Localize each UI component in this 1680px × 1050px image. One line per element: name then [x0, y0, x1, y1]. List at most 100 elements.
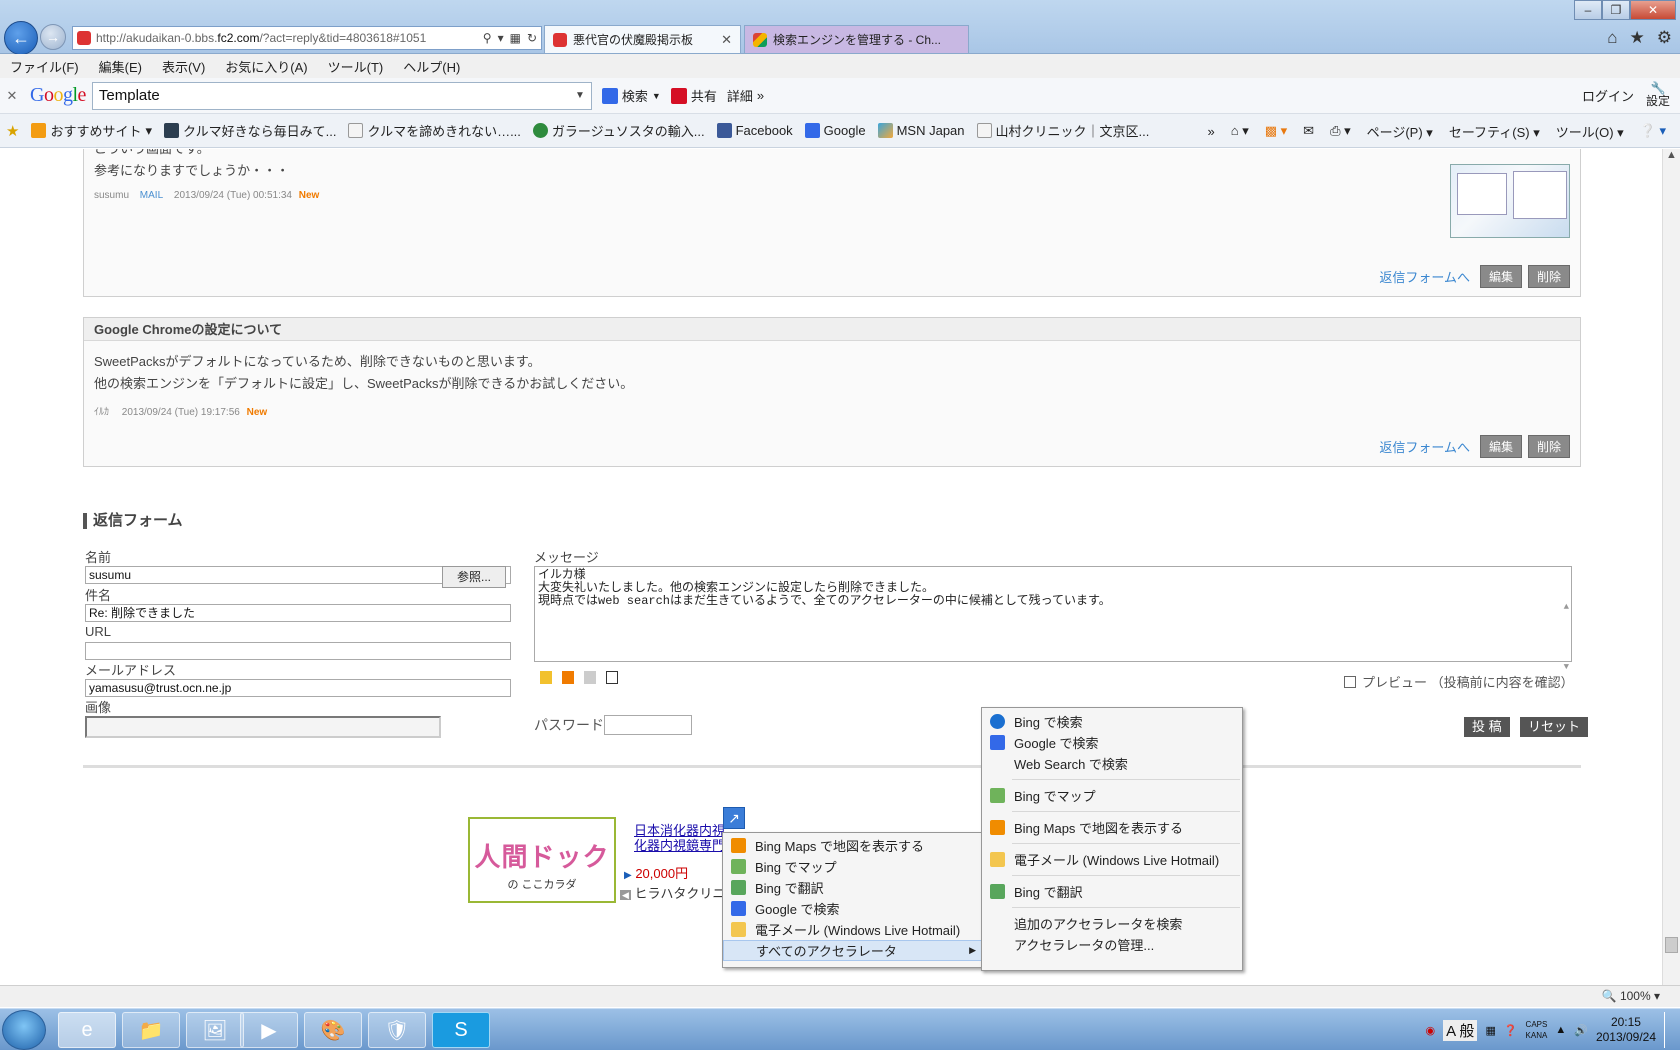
menu-help[interactable]: ヘルプ(H) — [403, 57, 460, 76]
preview-checkbox[interactable] — [1344, 675, 1356, 688]
ie-taskbar-icon[interactable]: e — [58, 1012, 116, 1048]
refresh-icon[interactable]: ↻ — [527, 31, 537, 45]
submenu-item-bing-maps[interactable]: Bing Maps で地図を表示する — [982, 817, 1242, 838]
forward-button[interactable]: → — [40, 24, 66, 50]
pen-icon[interactable] — [540, 671, 552, 684]
chevron-more-icon[interactable]: » — [1208, 124, 1215, 139]
show-desktop-button[interactable] — [1664, 1012, 1674, 1048]
antivirus-tray-icon[interactable]: ◉ — [1425, 1024, 1435, 1037]
show-hidden-icons[interactable]: ▲ — [1555, 1024, 1566, 1036]
email-input[interactable]: yamasusu@trust.ocn.ne.jp — [85, 679, 511, 697]
skype-taskbar-icon[interactable]: S — [432, 1012, 490, 1048]
tab-bbs[interactable]: 悪代官の伏魔殿掲示板 ✕ — [544, 25, 741, 53]
menu-item-hotmail[interactable]: 電子メール (Windows Live Hotmail) — [723, 919, 983, 940]
fav-item[interactable]: クルマ好きなら毎日みて... — [164, 121, 336, 140]
menu-file[interactable]: ファイル(F) — [10, 57, 79, 76]
ad-link[interactable]: 日本消化器内視 化器内視鏡専門 — [634, 823, 725, 853]
clock[interactable]: 20:15 2013/09/24 — [1596, 1015, 1656, 1045]
photos-taskbar-icon[interactable]: 🖼 — [186, 1012, 244, 1048]
delete-button[interactable]: 削除 — [1527, 265, 1570, 288]
menu-tools[interactable]: ツール(T) — [328, 57, 384, 76]
settings-button[interactable]: 🔧 設定 — [1646, 82, 1670, 108]
google-search-input[interactable]: Template ▼ — [91, 81, 592, 110]
address-url[interactable]: http://akudaikan-0.bbs.fc2.com/?act=repl… — [96, 31, 479, 45]
minimize-icon[interactable]: – — [1574, 0, 1602, 20]
submenu-item-bing-search[interactable]: Bing で検索 — [982, 711, 1242, 732]
fav-item[interactable]: 山村クリニック｜文京区... — [976, 121, 1149, 140]
more-button[interactable]: 詳細 » — [727, 86, 764, 105]
scroll-thumb[interactable] — [1665, 937, 1678, 953]
edit-button[interactable]: 編集 — [1479, 265, 1522, 288]
submenu-item-google-search[interactable]: Google で検索 — [982, 732, 1242, 753]
submenu-item-find-more[interactable]: 追加のアクセラレータを検索 — [982, 913, 1242, 934]
fav-item[interactable]: おすすめサイト ▾ — [31, 121, 152, 140]
page-menu[interactable]: ページ(P) ▾ — [1367, 122, 1433, 141]
gear-icon[interactable]: ⚙ — [1657, 28, 1672, 48]
share-button[interactable]: 共有 — [670, 86, 717, 105]
help-icon[interactable]: ❔ ▾ — [1640, 123, 1666, 139]
edit-button[interactable]: 編集 — [1479, 435, 1522, 458]
attached-screenshot-image[interactable] — [1450, 164, 1570, 238]
address-bar[interactable]: http://akudaikan-0.bbs.fc2.com/?act=repl… — [72, 26, 542, 50]
accelerator-icon[interactable]: ↗ — [723, 807, 745, 829]
google-search-button[interactable]: 検索 ▼ — [601, 86, 661, 105]
start-button[interactable] — [2, 1010, 46, 1050]
image-file-input[interactable] — [85, 716, 441, 738]
search-icon[interactable]: ⚲ — [483, 31, 492, 45]
home-icon[interactable]: ⌂ ▾ — [1231, 123, 1249, 139]
menu-item-google-search[interactable]: Google で検索 — [723, 898, 983, 919]
back-button[interactable]: ← — [4, 21, 38, 55]
fav-item[interactable]: Google — [804, 123, 866, 138]
reset-button[interactable]: リセット — [1520, 717, 1589, 737]
reply-form-link[interactable]: 返信フォームへ — [1379, 437, 1470, 456]
explorer-taskbar-icon[interactable]: 📁 — [122, 1012, 180, 1048]
password-input[interactable] — [604, 715, 692, 735]
preview-option[interactable]: プレビュー （投稿前に内容を確認） — [1344, 672, 1574, 691]
tools-menu[interactable]: ツール(O) ▾ — [1556, 122, 1624, 141]
rss-icon[interactable]: ▩ ▾ — [1265, 123, 1287, 139]
favorites-star-icon[interactable]: ★ — [1630, 28, 1645, 48]
reply-form-link[interactable]: 返信フォームへ — [1379, 267, 1470, 286]
chevron-down-icon[interactable]: ▼ — [575, 90, 585, 101]
compat-view-icon[interactable]: ▦ — [510, 31, 521, 45]
subject-input[interactable]: Re: 削除できました — [85, 604, 511, 622]
submenu-item-bing-map[interactable]: Bing でマップ — [982, 785, 1242, 806]
delete-button[interactable]: 削除 — [1527, 435, 1570, 458]
menu-favorites[interactable]: お気に入り(A) — [225, 57, 307, 76]
maximize-icon[interactable]: ❐ — [1602, 0, 1630, 20]
menu-edit[interactable]: 編集(E) — [99, 57, 142, 76]
ime-indicator[interactable]: A 般 — [1443, 1019, 1478, 1041]
fav-item[interactable]: MSN Japan — [877, 123, 965, 138]
security-taskbar-icon[interactable]: 🛡 — [368, 1012, 426, 1048]
menu-item-bing-maps[interactable]: Bing Maps で地図を表示する — [723, 835, 983, 856]
menu-item-bing-map[interactable]: Bing でマップ — [723, 856, 983, 877]
close-toolbar-icon[interactable]: ✕ — [0, 88, 24, 104]
post-mail-link[interactable]: MAIL — [140, 190, 163, 201]
close-window-icon[interactable]: ✕ — [1630, 0, 1676, 20]
help-icon[interactable]: ❓ — [1504, 1024, 1518, 1037]
browse-button[interactable]: 参照... — [442, 566, 506, 588]
print-icon[interactable]: ⎙ ▾ — [1330, 123, 1351, 139]
mail-icon[interactable]: ✉ — [1303, 123, 1314, 139]
rule-icon[interactable] — [584, 671, 596, 684]
volume-icon[interactable]: 🔊 — [1574, 1024, 1588, 1037]
message-textarea[interactable]: イルカ様 大変失礼いたしました。他の検索エンジンに設定したら削除できました。 現… — [534, 566, 1572, 672]
media-player-taskbar-icon[interactable]: ▶ — [240, 1012, 298, 1048]
emoji-icon[interactable] — [562, 671, 574, 684]
fav-item[interactable]: クルマを諦めきれない…... — [348, 121, 521, 140]
fav-item[interactable]: Facebook — [716, 123, 793, 138]
scroll-up-icon[interactable]: ▲ — [1663, 149, 1680, 167]
menu-item-all-accelerators[interactable]: すべてのアクセラレータ ▶ — [723, 940, 983, 961]
submenu-item-web-search[interactable]: Web Search で検索 — [982, 753, 1242, 774]
submit-button[interactable]: 投 稿 — [1464, 717, 1510, 737]
submenu-item-bing-translate[interactable]: Bing で翻訳 — [982, 881, 1242, 902]
url-input[interactable] — [85, 642, 511, 660]
submenu-item-manage[interactable]: アクセラレータの管理... — [982, 934, 1242, 955]
page-scrollbar[interactable]: ▲ — [1662, 149, 1680, 985]
safety-menu[interactable]: セーフティ(S) ▾ — [1449, 122, 1540, 141]
dropdown-arrow-icon[interactable]: ▾ — [498, 31, 504, 45]
menu-view[interactable]: 表示(V) — [162, 57, 205, 76]
login-link[interactable]: ログイン — [1582, 86, 1634, 105]
tab-chrome-search-engines[interactable]: 検索エンジンを管理する - Ch... — [744, 25, 969, 53]
home-icon[interactable]: ⌂ — [1607, 28, 1617, 48]
